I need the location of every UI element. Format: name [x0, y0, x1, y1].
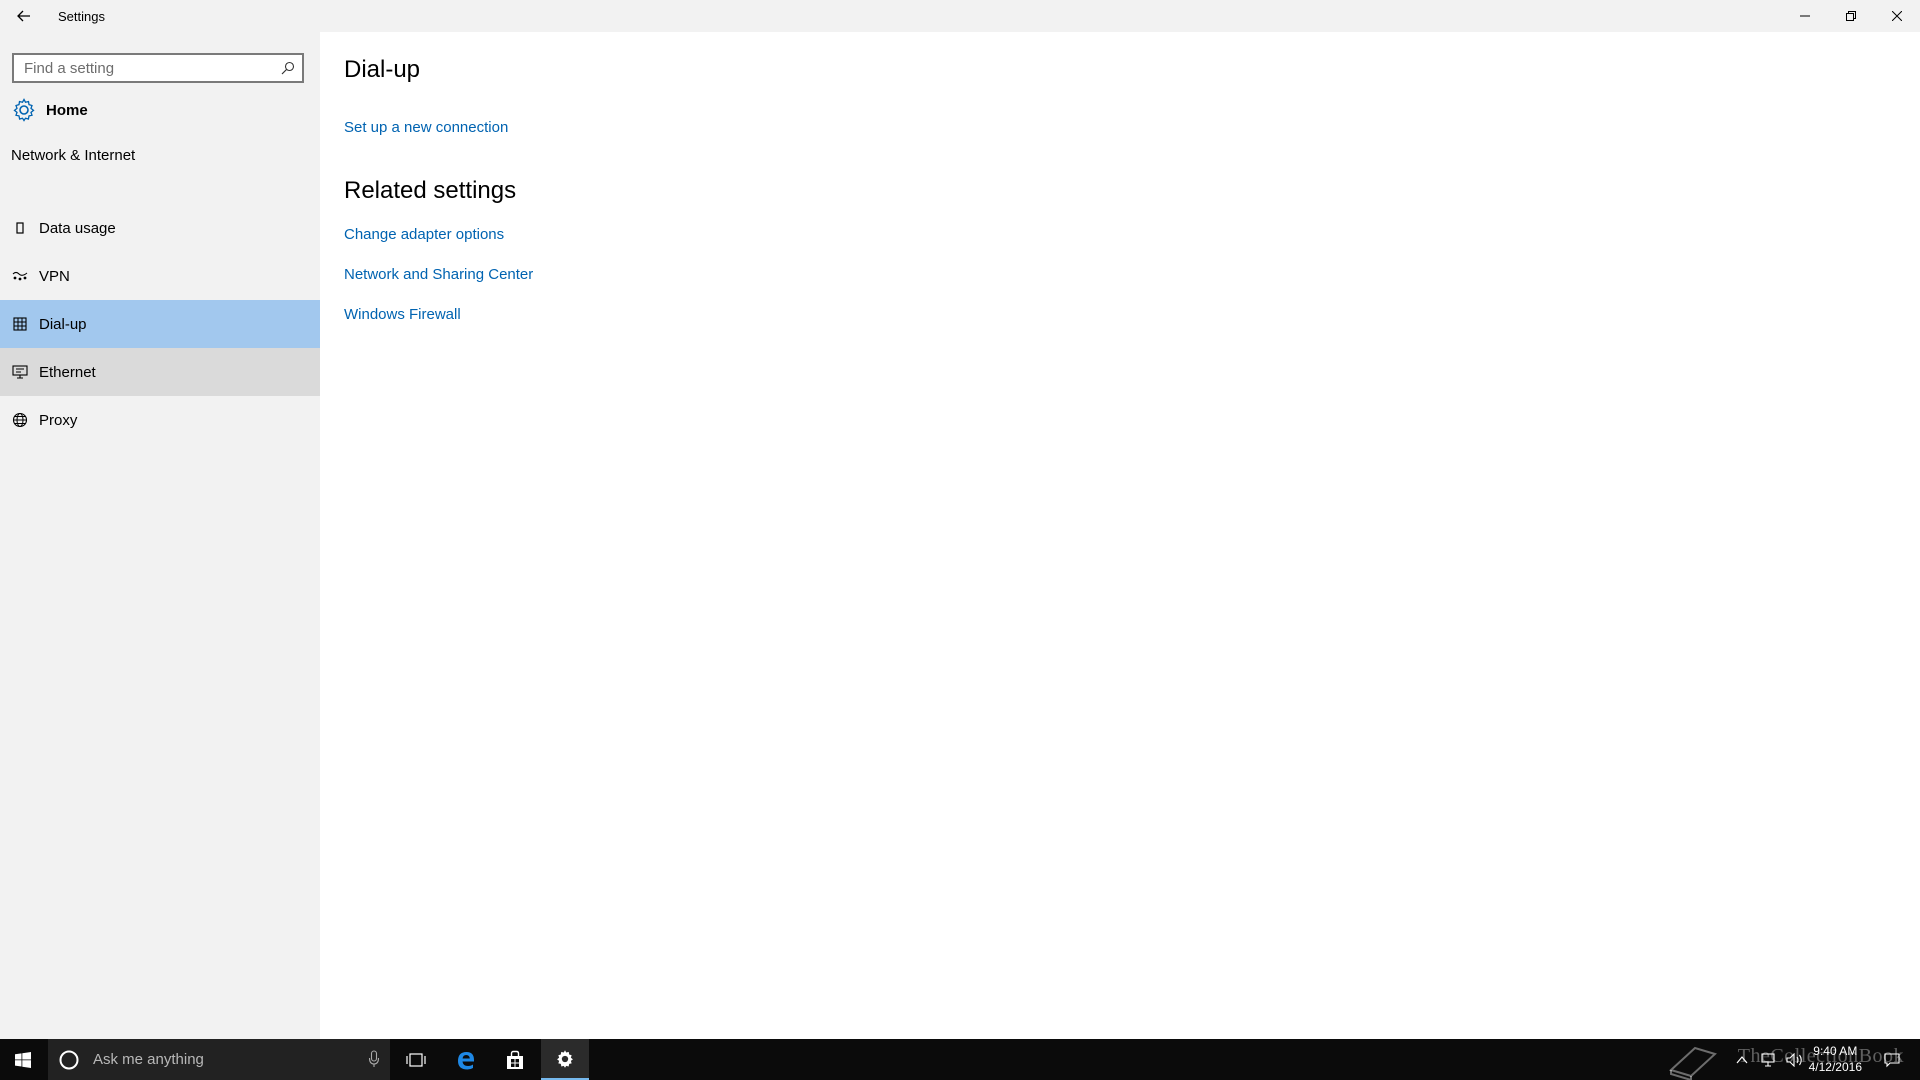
window-controls [1782, 0, 1920, 32]
action-center-button[interactable] [1872, 1039, 1912, 1080]
setting-search-input[interactable] [14, 55, 274, 81]
gear-icon [13, 98, 35, 122]
sidebar-item-label: VPN [39, 267, 70, 285]
home-nav-item[interactable]: Home [0, 92, 320, 128]
title-bar: Settings [0, 0, 1920, 32]
settings-taskbar-button[interactable] [541, 1039, 589, 1080]
back-arrow-icon [17, 10, 30, 22]
edge-browser-icon [458, 1051, 474, 1069]
store-button[interactable] [491, 1039, 539, 1080]
gear-icon [557, 1049, 573, 1068]
book-logo-icon [1669, 1046, 1717, 1080]
restore-button[interactable] [1828, 0, 1874, 32]
sidebar-item-vpn[interactable]: VPN [0, 252, 320, 300]
data-usage-icon [11, 219, 29, 237]
sidebar: Home Network & Internet Data usage VPN [0, 32, 320, 1039]
store-bag-icon [507, 1050, 523, 1069]
sidebar-item-proxy[interactable]: Proxy [0, 396, 320, 444]
section-title: Network & Internet [11, 147, 136, 164]
vpn-icon [11, 267, 29, 285]
notification-icon [1884, 1052, 1900, 1067]
sidebar-item-label: Proxy [39, 411, 78, 429]
dial-up-icon [11, 315, 29, 333]
cortana-search-box[interactable]: Ask me anything [48, 1039, 390, 1080]
minimize-button[interactable] [1782, 0, 1828, 32]
setting-search-box[interactable] [12, 53, 304, 83]
task-view-button[interactable] [392, 1039, 440, 1080]
network-sharing-center-link[interactable]: Network and Sharing Center [344, 266, 533, 283]
cortana-placeholder: Ask me anything [93, 1051, 204, 1068]
microphone-icon[interactable] [368, 1050, 380, 1068]
edge-browser-button[interactable] [442, 1039, 490, 1080]
clock-time: 9:40 AM [1813, 1044, 1858, 1058]
sidebar-item-dial-up[interactable]: Dial-up [0, 300, 320, 348]
setup-new-connection-link[interactable]: Set up a new connection [344, 119, 508, 136]
search-icon[interactable] [274, 55, 302, 81]
back-button[interactable] [0, 0, 48, 32]
sidebar-item-label: Data usage [39, 219, 116, 237]
change-adapter-options-link[interactable]: Change adapter options [344, 226, 504, 243]
clock[interactable]: 9:40 AM 4/12/2016 [1809, 1043, 1862, 1075]
globe-icon [11, 411, 29, 429]
start-button[interactable] [0, 1039, 46, 1080]
home-label: Home [46, 101, 88, 119]
task-view-icon [406, 1052, 426, 1067]
sidebar-item-label: Ethernet [39, 363, 96, 381]
windows-logo-icon [15, 1051, 31, 1068]
system-tray [1665, 1039, 1721, 1080]
main-content: Dial-up Set up a new connection Related … [320, 32, 1920, 1039]
sidebar-item-label: Dial-up [39, 315, 87, 333]
sidebar-item-data-usage[interactable]: Data usage [0, 204, 320, 252]
cortana-icon [59, 1050, 79, 1069]
page-title: Dial-up [344, 56, 421, 83]
related-settings-title: Related settings [344, 177, 517, 204]
restore-icon [1846, 11, 1856, 21]
close-button[interactable] [1874, 0, 1920, 32]
windows-firewall-link[interactable]: Windows Firewall [344, 306, 461, 323]
clock-date: 4/12/2016 [1808, 1060, 1862, 1074]
minimize-icon [1800, 15, 1810, 17]
window-title: Settings [58, 8, 105, 24]
nav-list: Data usage VPN Dial-up Ethernet Proxy [0, 204, 320, 444]
close-icon [1892, 11, 1902, 21]
taskbar: Ask me anything TheCollectionBook 9:40 A… [0, 1039, 1920, 1080]
sidebar-item-ethernet[interactable]: Ethernet [0, 348, 320, 396]
ethernet-icon [11, 363, 29, 381]
